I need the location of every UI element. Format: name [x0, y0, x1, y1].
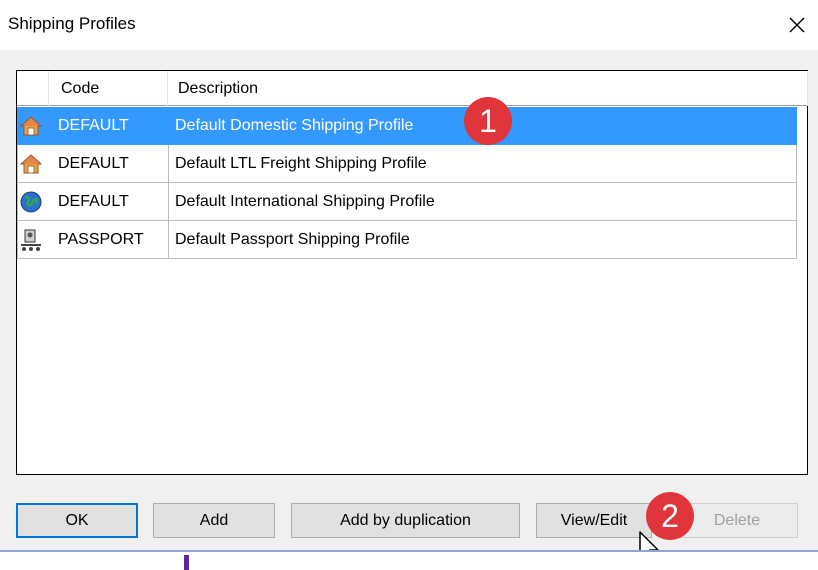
background-line [0, 550, 818, 552]
ok-button[interactable]: OK [16, 503, 138, 538]
close-button[interactable] [776, 6, 816, 44]
table-row[interactable]: PASSPORT Default Passport Shipping Profi… [17, 221, 797, 259]
table-row[interactable]: DEFAULT Default Domestic Shipping Profil… [17, 107, 797, 145]
house-icon [19, 116, 43, 136]
row-code: DEFAULT [58, 193, 129, 210]
shipping-profiles-list[interactable]: Code Description DEFAULT Default Domesti… [16, 70, 808, 475]
background-strip [0, 550, 818, 570]
house-icon [19, 154, 43, 174]
background-mark [184, 555, 189, 570]
window-title: Shipping Profiles [8, 14, 136, 33]
row-code: PASSPORT [58, 231, 144, 248]
column-header: Code Description [17, 71, 808, 106]
row-separator [168, 221, 169, 258]
add-by-duplication-button[interactable]: Add by duplication [291, 503, 520, 538]
passport-icon [21, 229, 41, 251]
row-separator [168, 107, 169, 144]
row-description: Default LTL Freight Shipping Profile [175, 155, 427, 172]
icon-column-header[interactable] [17, 71, 49, 106]
row-code: DEFAULT [58, 155, 129, 172]
row-description: Default International Shipping Profile [175, 193, 435, 210]
row-code: DEFAULT [58, 117, 129, 134]
view-edit-button[interactable]: View/Edit [536, 503, 652, 538]
globe-icon [20, 191, 42, 213]
code-column-header[interactable]: Code [49, 71, 168, 106]
row-separator [168, 183, 169, 220]
delete-button: Delete [676, 503, 798, 538]
row-description: Default Domestic Shipping Profile [175, 117, 414, 134]
row-description: Default Passport Shipping Profile [175, 231, 410, 248]
annotation-badge-1: 1 [464, 97, 512, 145]
title-bar: Shipping Profiles [0, 0, 818, 50]
close-icon [789, 17, 805, 33]
row-separator [168, 145, 169, 182]
table-row[interactable]: DEFAULT Default International Shipping P… [17, 183, 797, 221]
table-row[interactable]: DEFAULT Default LTL Freight Shipping Pro… [17, 145, 797, 183]
add-button[interactable]: Add [153, 503, 275, 538]
